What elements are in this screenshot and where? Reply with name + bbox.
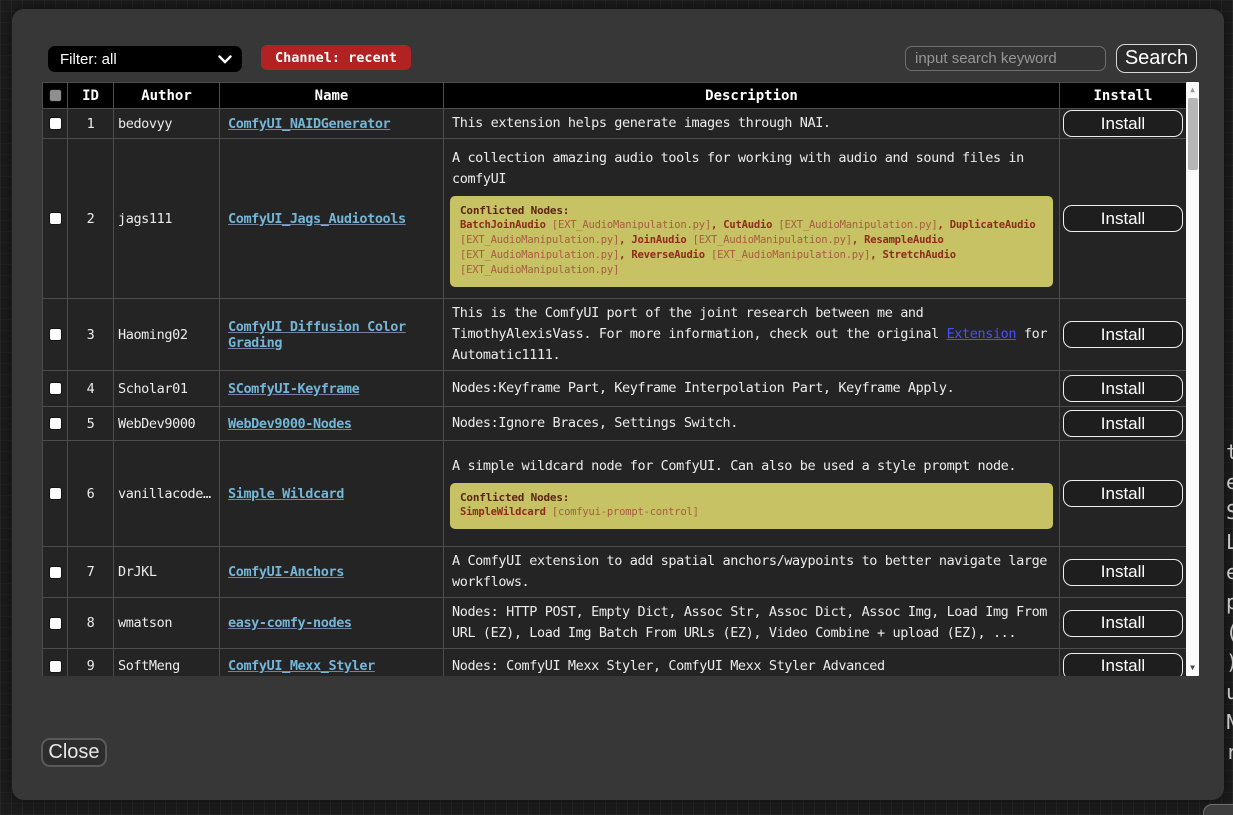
table-row: 9 SoftMeng ComfyUI_Mexx_Styler Nodes: Co… [43,649,1187,677]
row-checkbox[interactable] [49,566,62,579]
install-button[interactable]: Install [1063,480,1183,507]
extension-name-link[interactable]: ComfyUI_Mexx_Styler [228,658,375,674]
row-author: DrJKL [114,547,220,598]
chevron-down-icon [218,55,232,64]
row-id: 3 [68,299,114,371]
header-author: Author [114,83,220,109]
extension-name-link[interactable]: WebDev9000-Nodes [228,416,352,432]
row-id: 1 [68,109,114,139]
table-header-row: ID Author Name Description Install [43,83,1187,109]
row-checkbox-cell [43,139,68,299]
install-button[interactable]: Install [1063,559,1183,586]
row-checkbox-cell [43,371,68,407]
install-button[interactable]: Install [1063,321,1183,348]
row-checkbox[interactable] [49,417,62,430]
header-id: ID [68,83,114,109]
close-button[interactable]: Close [41,738,107,767]
row-checkbox[interactable] [49,212,62,225]
row-checkbox-cell [43,109,68,139]
row-description: This is the ComfyUI port of the joint re… [444,299,1060,371]
row-description: Nodes: HTTP POST, Empty Dict, Assoc Str,… [444,598,1060,649]
table-row: 6 vanillacode… Simple Wildcard A simple … [43,441,1187,547]
row-description: This extension helps generate images thr… [444,109,1060,139]
row-description: A collection amazing audio tools for wor… [444,139,1060,299]
extension-name-link[interactable]: ComfyUI-Anchors [228,564,344,580]
install-button[interactable]: Install [1063,205,1183,232]
select-all-checkbox[interactable] [49,89,62,102]
install-button[interactable]: Install [1063,410,1183,437]
table-row: 2 jags111 ComfyUI_Jags_Audiotools A coll… [43,139,1187,299]
row-author: wmatson [114,598,220,649]
row-checkbox-cell [43,299,68,371]
row-checkbox[interactable] [49,382,62,395]
extension-name-link[interactable]: SComfyUI-Keyframe [228,381,359,397]
row-description: A simple wildcard node for ComfyUI. Can … [444,441,1060,547]
install-button[interactable]: Install [1063,110,1183,137]
row-author: Scholar01 [114,371,220,407]
row-author: WebDev9000 [114,407,220,441]
table-row: 5 WebDev9000 WebDev9000-Nodes Nodes:Igno… [43,407,1187,441]
install-custom-nodes-dialog: Filter: all Channel: recent Search ID Au… [12,9,1224,800]
row-description: Nodes: ComfyUI Mexx Styler, ComfyUI Mexx… [444,649,1060,677]
table-row: 8 wmatson easy-comfy-nodes Nodes: HTTP P… [43,598,1187,649]
row-checkbox[interactable] [49,117,62,130]
row-author: bedovyy [114,109,220,139]
row-description: Nodes:Keyframe Part, Keyframe Interpolat… [444,371,1060,407]
row-id: 4 [68,371,114,407]
search-input[interactable] [905,46,1106,71]
row-checkbox[interactable] [49,660,62,673]
install-button[interactable]: Install [1063,610,1183,637]
table-row: 3 Haoming02 ComfyUI Diffusion Color Grad… [43,299,1187,371]
extensions-table: ID Author Name Description Install 1 bed… [42,82,1186,676]
row-id: 8 [68,598,114,649]
scroll-down-icon[interactable]: ▼ [1186,661,1199,674]
row-id: 9 [68,649,114,677]
comfyui-canvas: { "dialog": { "filter": { "selected": "F… [0,0,1233,815]
row-checkbox-cell [43,407,68,441]
row-author: jags111 [114,139,220,299]
row-id: 5 [68,407,114,441]
scrollbar-thumb[interactable] [1188,98,1198,170]
background-partial-button [1203,804,1233,815]
row-checkbox-cell [43,598,68,649]
row-checkbox-cell [43,547,68,598]
row-author: Haoming02 [114,299,220,371]
table-body: 1 bedovyy ComfyUI_NAIDGenerator This ext… [43,109,1187,677]
row-checkbox[interactable] [49,617,62,630]
row-id: 6 [68,441,114,547]
channel-badge: Channel: recent [261,45,411,70]
select-all-header [43,83,68,109]
header-description: Description [444,83,1060,109]
install-button[interactable]: Install [1063,653,1183,677]
row-description: Nodes:Ignore Braces, Settings Switch. [444,407,1060,441]
extension-name-link[interactable]: easy-comfy-nodes [228,615,352,631]
extension-name-link[interactable]: Simple Wildcard [228,486,344,502]
scroll-up-icon[interactable]: ▲ [1186,83,1199,96]
row-id: 7 [68,547,114,598]
table-row: 7 DrJKL ComfyUI-Anchors A ComfyUI extens… [43,547,1187,598]
table-scrollbar[interactable]: ▲ ▼ [1186,82,1199,676]
table-row: 4 Scholar01 SComfyUI-Keyframe Nodes:Keyf… [43,371,1187,407]
header-name: Name [220,83,444,109]
row-checkbox-cell [43,649,68,677]
install-button[interactable]: Install [1063,375,1183,402]
extension-name-link[interactable]: ComfyUI_Jags_Audiotools [228,211,406,227]
header-install: Install [1060,83,1187,109]
conflicted-nodes-box: Conflicted Nodes:BatchJoinAudio [EXT_Aud… [450,196,1053,287]
table-row: 1 bedovyy ComfyUI_NAIDGenerator This ext… [43,109,1187,139]
row-checkbox[interactable] [49,487,62,500]
extension-name-link[interactable]: ComfyUI_NAIDGenerator [228,116,390,132]
row-id: 2 [68,139,114,299]
row-checkbox-cell [43,441,68,547]
row-author: vanillacode… [114,441,220,547]
description-link[interactable]: Extension [947,326,1017,342]
filter-select[interactable]: Filter: all [48,46,242,72]
search-button[interactable]: Search [1116,44,1197,73]
extension-name-link[interactable]: ComfyUI Diffusion Color Grading [228,319,406,351]
row-description: A ComfyUI extension to add spatial ancho… [444,547,1060,598]
conflicted-nodes-box: Conflicted Nodes:SimpleWildcard [comfyui… [450,483,1053,529]
row-checkbox[interactable] [49,328,62,341]
filter-select-value: Filter: all [60,51,218,68]
row-author: SoftMeng [114,649,220,677]
